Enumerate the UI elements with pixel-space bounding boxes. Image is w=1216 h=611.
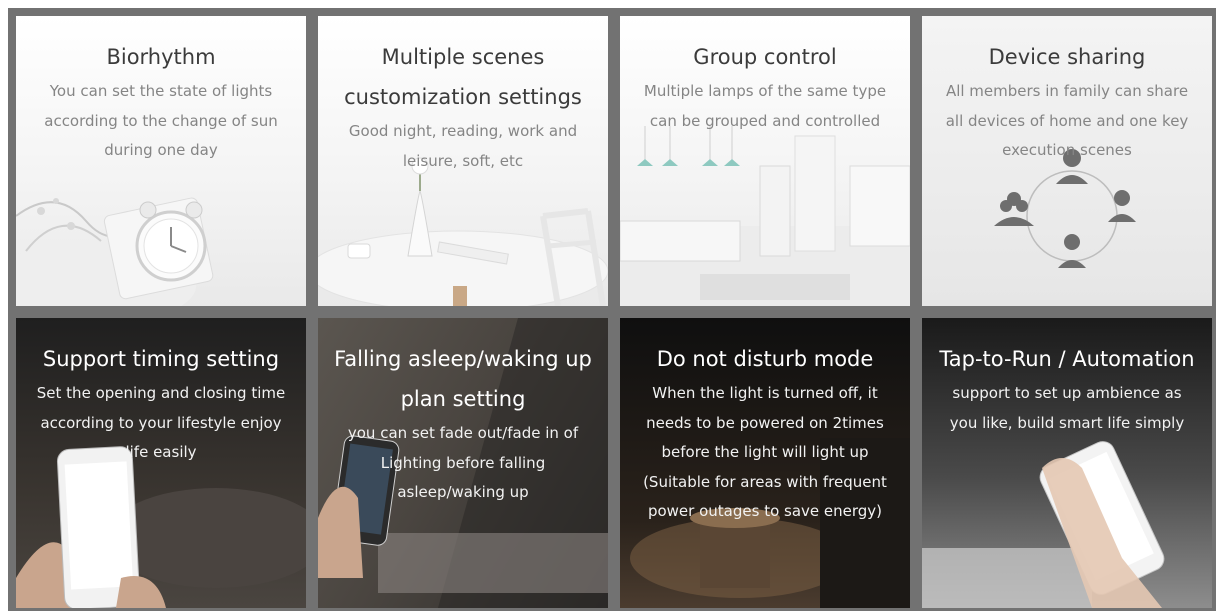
feature-title: Device sharing <box>988 45 1146 69</box>
feature-title: Biorhythm <box>106 45 216 69</box>
feature-card-biorhythm: Biorhythm You can set the state of light… <box>16 16 306 306</box>
feature-title: Do not disturb mode <box>656 347 874 371</box>
feature-card-device-sharing: Device sharing All members in family can… <box>922 16 1212 306</box>
feature-title: Support timing setting <box>42 347 280 371</box>
feature-card-sleep-plan: Falling asleep/waking up plan setting yo… <box>318 318 608 608</box>
feature-title: Group control <box>693 45 837 69</box>
feature-card-group-control: Group control Multiple lamps of the same… <box>620 16 910 306</box>
feature-description: Multiple lamps of the same type can be g… <box>643 82 887 130</box>
feature-description: support to set up ambience as you like, … <box>949 384 1185 432</box>
feature-description: All members in family can share all devi… <box>945 82 1189 159</box>
feature-card-do-not-disturb: Do not disturb mode When the light is tu… <box>620 318 910 608</box>
feature-card-scenes: Multiple scenes customization settings G… <box>318 16 608 306</box>
feature-description: Set the opening and closing time accordi… <box>36 384 286 461</box>
feature-grid: Biorhythm You can set the state of light… <box>16 16 1212 608</box>
feature-title: Falling asleep/waking up plan setting <box>334 347 592 411</box>
feature-description: you can set fade out/fade in of Lighting… <box>347 424 579 501</box>
feature-title: Multiple scenes customization settings <box>344 45 582 109</box>
feature-title: Tap-to-Run / Automation <box>939 347 1195 371</box>
feature-card-tap-to-run: Tap-to-Run / Automation support to set u… <box>922 318 1212 608</box>
feature-description: You can set the state of lights accordin… <box>44 82 278 159</box>
feature-description: When the light is turned off, it needs t… <box>643 384 887 520</box>
feature-description: Good night, reading, work and leisure, s… <box>348 122 578 170</box>
feature-card-timing: Support timing setting Set the opening a… <box>16 318 306 608</box>
